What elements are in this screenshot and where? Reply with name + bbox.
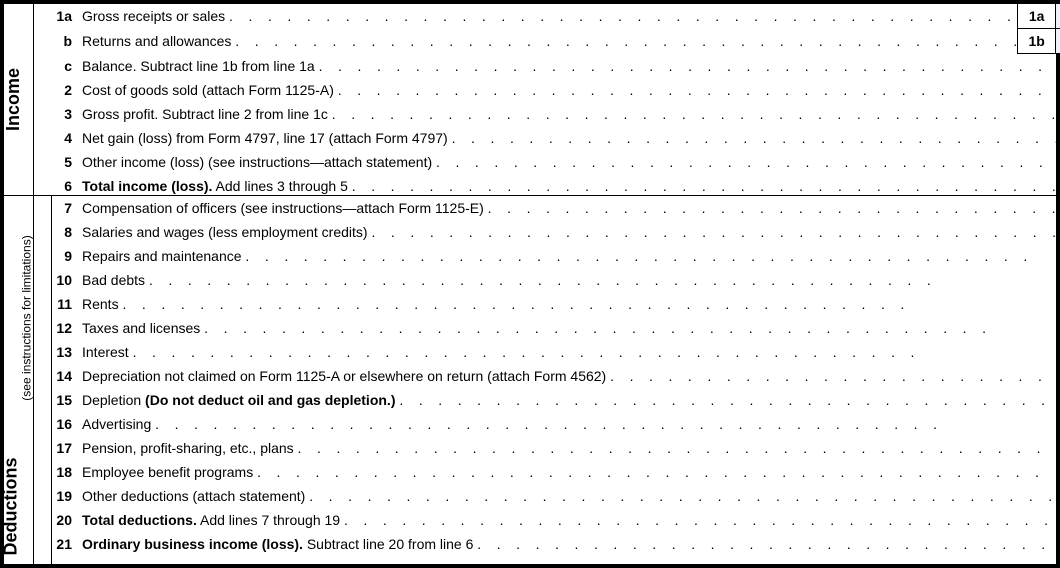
line-desc-11: Rents bbox=[82, 292, 1060, 316]
line-num-2: 2 bbox=[34, 78, 82, 102]
deductions-sublabel-text: (see instructions for limitations) bbox=[20, 235, 34, 400]
deductions-sublabel-col: (see instructions for limitations) bbox=[34, 196, 52, 564]
line-num-1b: b bbox=[34, 29, 82, 54]
tax-form: Income 1a Gross receipts or sales 1a b R… bbox=[0, 0, 1060, 568]
line-desc-1b: Returns and allowances bbox=[82, 29, 1017, 54]
row-14: 14 Depreciation not claimed on Form 1125… bbox=[52, 364, 1060, 388]
line-num-12: 12 bbox=[52, 316, 82, 340]
line-desc-6-rest: Add lines 3 through 5 bbox=[212, 178, 347, 194]
line-desc-21-rest: Subtract line 20 from line 6 bbox=[303, 536, 473, 552]
line-desc-14: Depreciation not claimed on Form 1125-A … bbox=[82, 364, 1060, 388]
row-1c: c Balance. Subtract line 1b from line 1a… bbox=[34, 54, 1060, 78]
line-num-13: 13 bbox=[52, 340, 82, 364]
line-desc-20-bold: Total deductions. bbox=[82, 512, 197, 528]
line-desc-20: Total deductions. Add lines 7 through 19 bbox=[82, 508, 1060, 532]
line-box-1b: 1b bbox=[1017, 29, 1055, 54]
line-num-11: 11 bbox=[52, 292, 82, 316]
section-income: Income 1a Gross receipts or sales 1a b R… bbox=[4, 4, 1056, 196]
line-desc-8: Salaries and wages (less employment cred… bbox=[82, 220, 1060, 244]
line-box-1a: 1a bbox=[1017, 4, 1055, 29]
row-8: 8 Salaries and wages (less employment cr… bbox=[52, 220, 1060, 244]
line-num-17: 17 bbox=[52, 436, 82, 460]
line-desc-13: Interest bbox=[82, 340, 1060, 364]
line-num-5: 5 bbox=[34, 150, 82, 174]
line-num-19: 19 bbox=[52, 484, 82, 508]
line-num-20: 20 bbox=[52, 508, 82, 532]
row-16: 16 Advertising 16 bbox=[52, 412, 1060, 436]
line-desc-16: Advertising bbox=[82, 412, 1060, 436]
line-num-16: 16 bbox=[52, 412, 82, 436]
line-desc-9: Repairs and maintenance bbox=[82, 244, 1060, 268]
section-deductions: Deductions (see instructions for limitat… bbox=[4, 196, 1056, 564]
row-4: 4 Net gain (loss) from Form 4797, line 1… bbox=[34, 126, 1060, 150]
row-1a: 1a Gross receipts or sales 1a bbox=[34, 4, 1060, 29]
row-17: 17 Pension, profit-sharing, etc., plans … bbox=[52, 436, 1060, 460]
line-num-1c: c bbox=[34, 54, 82, 78]
line-num-15: 15 bbox=[52, 388, 82, 412]
line-desc-15-text: Depletion bbox=[82, 392, 145, 408]
line-num-14: 14 bbox=[52, 364, 82, 388]
line-num-7: 7 bbox=[52, 196, 82, 220]
row-11: 11 Rents 11 bbox=[52, 292, 1060, 316]
line-value-1b[interactable] bbox=[1055, 29, 1060, 54]
row-13: 13 Interest 13 bbox=[52, 340, 1060, 364]
income-label-text: Income bbox=[3, 68, 24, 131]
row-9: 9 Repairs and maintenance 9 bbox=[52, 244, 1060, 268]
line-desc-4: Net gain (loss) from Form 4797, line 17 … bbox=[82, 126, 1060, 150]
line-desc-12: Taxes and licenses bbox=[82, 316, 1060, 340]
line-num-1a: 1a bbox=[34, 4, 82, 29]
line-desc-21: Ordinary business income (loss). Subtrac… bbox=[82, 532, 1060, 556]
line-num-10: 10 bbox=[52, 268, 82, 292]
line-value-1a[interactable] bbox=[1055, 4, 1060, 29]
line-desc-15-bold: (Do not deduct oil and gas depletion.) bbox=[145, 392, 395, 408]
row-18: 18 Employee benefit programs 18 bbox=[52, 460, 1060, 484]
row-3: 3 Gross profit. Subtract line 2 from lin… bbox=[34, 102, 1060, 126]
row-20: 20 Total deductions. Add lines 7 through… bbox=[52, 508, 1060, 532]
row-5: 5 Other income (loss) (see instructions—… bbox=[34, 150, 1060, 174]
deductions-label-text: Deductions bbox=[1, 457, 22, 555]
income-vertical-label: Income bbox=[4, 4, 34, 195]
row-15: 15 Depletion (Do not deduct oil and gas … bbox=[52, 388, 1060, 412]
line-desc-15: Depletion (Do not deduct oil and gas dep… bbox=[82, 388, 1060, 412]
line-num-9: 9 bbox=[52, 244, 82, 268]
line-desc-3: Gross profit. Subtract line 2 from line … bbox=[82, 102, 1060, 126]
line-num-21: 21 bbox=[52, 532, 82, 556]
line-num-6: 6 bbox=[34, 174, 82, 198]
row-1b: b Returns and allowances 1b bbox=[34, 29, 1060, 54]
income-rows: 1a Gross receipts or sales 1a b Returns … bbox=[34, 4, 1060, 195]
line-num-4: 4 bbox=[34, 126, 82, 150]
line-desc-6: Total income (loss). Add lines 3 through… bbox=[82, 174, 1060, 198]
row-10: 10 Bad debts 10 bbox=[52, 268, 1060, 292]
line-desc-7: Compensation of officers (see instructio… bbox=[82, 196, 1060, 220]
line-desc-1a: Gross receipts or sales bbox=[82, 4, 1017, 29]
row-2: 2 Cost of goods sold (attach Form 1125-A… bbox=[34, 78, 1060, 102]
line-num-8: 8 bbox=[52, 220, 82, 244]
line-desc-2: Cost of goods sold (attach Form 1125-A) bbox=[82, 78, 1060, 102]
line-num-18: 18 bbox=[52, 460, 82, 484]
line-desc-19: Other deductions (attach statement) bbox=[82, 484, 1060, 508]
line-desc-5: Other income (loss) (see instructions—at… bbox=[82, 150, 1060, 174]
line-desc-10: Bad debts bbox=[82, 268, 1060, 292]
line-num-3: 3 bbox=[34, 102, 82, 126]
deductions-rows: 7 Compensation of officers (see instruct… bbox=[52, 196, 1060, 564]
line-desc-1c: Balance. Subtract line 1b from line 1a bbox=[82, 54, 1060, 78]
line-desc-18: Employee benefit programs bbox=[82, 460, 1060, 484]
row-21: 21 Ordinary business income (loss). Subt… bbox=[52, 532, 1060, 556]
line-desc-17: Pension, profit-sharing, etc., plans bbox=[82, 436, 1060, 460]
row-12: 12 Taxes and licenses 12 bbox=[52, 316, 1060, 340]
line-desc-21-bold: Ordinary business income (loss). bbox=[82, 536, 303, 552]
line-desc-6-bold: Total income (loss). bbox=[82, 178, 212, 194]
row-6: 6 Total income (loss). Add lines 3 throu… bbox=[34, 174, 1060, 198]
line-desc-20-rest: Add lines 7 through 19 bbox=[197, 512, 340, 528]
row-7: 7 Compensation of officers (see instruct… bbox=[52, 196, 1060, 220]
row-19: 19 Other deductions (attach statement) 1… bbox=[52, 484, 1060, 508]
